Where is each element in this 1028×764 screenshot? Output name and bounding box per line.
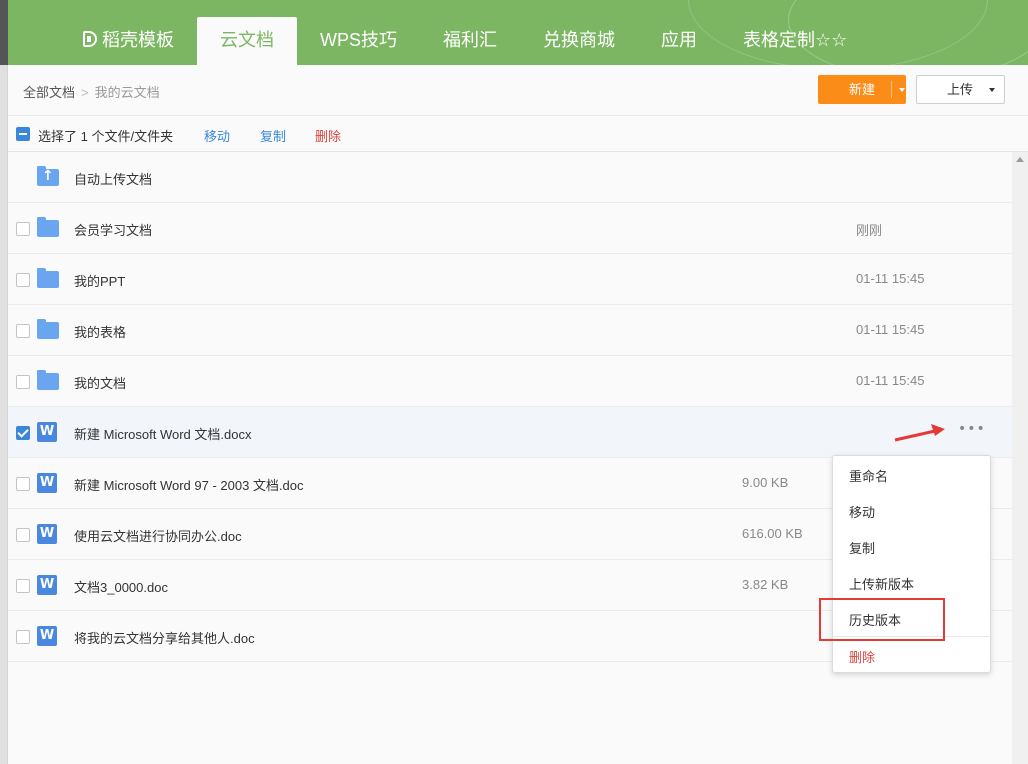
daoke-logo-icon	[83, 31, 97, 47]
context-menu: 重命名 移动 复制 上传新版本 历史版本 删除	[832, 455, 991, 673]
caret-down-icon[interactable]	[899, 88, 905, 92]
file-name[interactable]: 我的PPT	[74, 271, 125, 290]
tab-label: 福利汇	[443, 30, 498, 50]
menu-item-copy[interactable]: 复制	[849, 538, 875, 557]
row-checkbox[interactable]	[16, 222, 30, 236]
file-name[interactable]: 新建 Microsoft Word 文档.docx	[74, 424, 251, 443]
word-doc-icon: W	[37, 575, 57, 595]
row-checkbox[interactable]	[16, 273, 30, 287]
tab-exchange-mall[interactable]: 兑换商城	[520, 17, 638, 65]
file-size: 616.00 KB	[742, 526, 803, 541]
upload-button[interactable]: 上传	[916, 75, 1005, 104]
tab-wps-tips[interactable]: WPS技巧	[297, 17, 420, 65]
row-checkbox[interactable]	[16, 630, 30, 644]
upload-folder-icon	[37, 166, 59, 186]
word-doc-icon: W	[37, 626, 57, 646]
file-name[interactable]: 自动上传文档	[74, 169, 152, 188]
new-button-divider	[891, 81, 892, 98]
file-date: 01-11 15:45	[856, 322, 925, 337]
breadcrumb-root[interactable]: 全部文档	[23, 85, 75, 100]
folder-icon	[37, 370, 59, 390]
file-name[interactable]: 我的文档	[74, 373, 126, 392]
tab-welfare[interactable]: 福利汇	[420, 17, 520, 65]
toolbar: 全部文档 > 我的云文档 新建 上传	[8, 65, 1028, 116]
file-name[interactable]: 我的表格	[74, 322, 126, 341]
delete-link[interactable]: 删除	[315, 126, 341, 145]
file-size: 9.00 KB	[742, 475, 789, 490]
folder-icon	[37, 319, 59, 339]
menu-item-upload-new-version[interactable]: 上传新版本	[849, 574, 914, 593]
new-button-label: 新建	[849, 82, 876, 97]
cloud-docs-app: 稻壳模板 云文档 WPS技巧 福利汇 兑换商城 应用 表格定制☆☆ 全部文档 > 我…	[8, 0, 1028, 764]
menu-item-rename[interactable]: 重命名	[849, 466, 888, 485]
menu-divider	[833, 636, 990, 637]
file-row-selected[interactable]: W 新建 Microsoft Word 文档.docx •••	[8, 407, 1012, 458]
file-date: 01-11 15:45	[856, 271, 925, 286]
chevron-right-icon: >	[81, 85, 89, 100]
breadcrumb: 全部文档 > 我的云文档	[23, 82, 160, 101]
left-edge-dark	[0, 0, 8, 65]
file-name[interactable]: 文档3_0000.doc	[74, 577, 168, 596]
tab-apps[interactable]: 应用	[638, 17, 720, 65]
file-name[interactable]: 将我的云文档分享给其他人.doc	[74, 628, 255, 647]
tab-daoke-templates[interactable]: 稻壳模板	[60, 17, 197, 65]
row-checkbox-checked[interactable]	[16, 426, 30, 440]
word-doc-icon: W	[37, 422, 57, 442]
folder-icon	[37, 268, 59, 288]
file-date: 刚刚	[856, 223, 883, 238]
file-row[interactable]: 我的表格 01-11 15:45	[8, 305, 1012, 356]
select-all-checkbox[interactable]	[16, 127, 30, 141]
file-row[interactable]: 自动上传文档	[8, 152, 1012, 203]
breadcrumb-current: 我的云文档	[94, 85, 160, 100]
arrow-shaft	[894, 429, 936, 442]
file-name[interactable]: 使用云文档进行协同办公.doc	[74, 526, 242, 545]
left-window-edge	[0, 0, 8, 764]
top-navigation: 稻壳模板 云文档 WPS技巧 福利汇 兑换商城 应用 表格定制☆☆	[8, 0, 1028, 65]
caret-down-icon	[989, 88, 995, 92]
red-arrow-annotation-icon	[894, 424, 945, 442]
nav-tabs: 稻壳模板 云文档 WPS技巧 福利汇 兑换商城 应用 表格定制☆☆	[60, 17, 870, 65]
tab-label: 兑换商城	[543, 30, 616, 50]
tab-label: 应用	[661, 30, 698, 50]
word-doc-icon: W	[37, 524, 57, 544]
row-checkbox[interactable]	[16, 324, 30, 338]
tab-label: 稻壳模板	[102, 30, 174, 50]
tab-label: WPS技巧	[320, 30, 398, 50]
selection-bar: 选择了 1 个文件/文件夹 移动 复制 删除	[8, 116, 1028, 152]
scroll-up-arrow-icon[interactable]	[1016, 157, 1024, 162]
row-checkbox[interactable]	[16, 528, 30, 542]
file-row[interactable]: 会员学习文档 刚刚	[8, 203, 1012, 254]
more-options-icon[interactable]: •••	[958, 421, 986, 437]
tab-cloud-docs[interactable]: 云文档	[197, 17, 297, 65]
word-doc-icon: W	[37, 473, 57, 493]
new-button[interactable]: 新建	[818, 75, 906, 104]
row-checkbox[interactable]	[16, 579, 30, 593]
vertical-scrollbar[interactable]	[1012, 152, 1028, 764]
copy-link[interactable]: 复制	[260, 126, 286, 145]
upload-button-label: 上传	[947, 82, 974, 97]
file-name[interactable]: 新建 Microsoft Word 97 - 2003 文档.doc	[74, 475, 304, 494]
folder-icon	[37, 217, 59, 237]
row-checkbox[interactable]	[16, 477, 30, 491]
menu-item-move[interactable]: 移动	[849, 502, 875, 521]
menu-item-version-history[interactable]: 历史版本	[849, 610, 901, 629]
move-link[interactable]: 移动	[204, 126, 230, 145]
file-row[interactable]: 我的PPT 01-11 15:45	[8, 254, 1012, 305]
file-size: 3.82 KB	[742, 577, 789, 592]
file-name[interactable]: 会员学习文档	[74, 220, 152, 239]
file-date: 01-11 15:45	[856, 373, 925, 388]
file-row[interactable]: 我的文档 01-11 15:45	[8, 356, 1012, 407]
arrow-head	[931, 424, 945, 436]
row-checkbox[interactable]	[16, 375, 30, 389]
menu-item-delete[interactable]: 删除	[849, 647, 875, 666]
tab-label: 云文档	[220, 30, 274, 50]
tab-label: 表格定制☆☆	[743, 30, 848, 50]
selection-count: 选择了 1 个文件/文件夹	[38, 129, 174, 144]
tab-table-custom[interactable]: 表格定制☆☆	[720, 17, 870, 65]
